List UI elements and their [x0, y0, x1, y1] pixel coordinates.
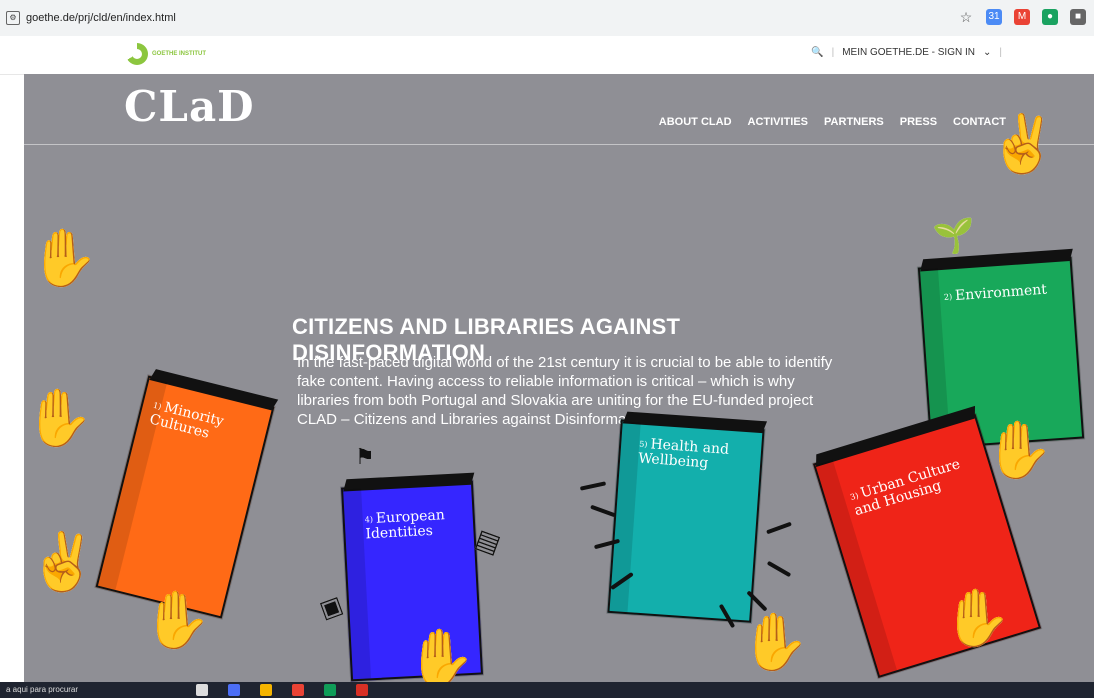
star-icon[interactable]: ☆ — [958, 9, 974, 25]
browser-extension-icons: ☆ 31 M ● ■ — [958, 9, 1086, 25]
app-icon[interactable]: ■ — [1070, 9, 1086, 25]
nav-about-clad[interactable]: ABOUT CLAD — [659, 116, 732, 128]
hero-description: In the fast-paced digital world of the 2… — [297, 354, 833, 428]
divider: | — [831, 47, 835, 58]
goethe-logo-text: GOETHE INSTITUT — [152, 51, 206, 57]
task-view-icon[interactable] — [196, 684, 208, 696]
tag-icon: ▣ — [315, 590, 347, 625]
windows-taskbar: a aqui para procurar — [0, 682, 1094, 698]
search-icon[interactable]: 🔍 — [811, 47, 823, 58]
book-minority-cultures: 1)Minority Cultures — [95, 369, 279, 619]
spark-ray — [766, 521, 792, 535]
hand-left-bottom-icon: ✌ — [28, 530, 98, 593]
goethe-logo[interactable]: GOETHE INSTITUT — [126, 43, 206, 65]
book-title: Health and Wellbeing — [637, 436, 730, 472]
spark-ray — [590, 504, 616, 518]
hand-bottom-center-icon: ✋ — [406, 626, 476, 683]
browser-toolbar: ⚙ goethe.de/prj/cld/en/index.html ☆ 31 M… — [0, 0, 1094, 37]
book-number: 4) — [364, 514, 374, 525]
book-number: 2) — [943, 292, 953, 302]
clad-logo[interactable]: CLaD — [124, 82, 255, 131]
outlook-icon[interactable] — [324, 684, 336, 696]
book-label: 1)Minority Cultures — [148, 398, 268, 455]
teams-icon[interactable] — [228, 684, 240, 696]
hero-section: CLaD ABOUT CLAD ACTIVITIES PARTNERS PRES… — [24, 74, 1094, 682]
hand-bottom-right-icon: ✋ — [740, 610, 810, 673]
taskbar-search[interactable]: a aqui para procurar — [6, 685, 78, 694]
book-health-wellbeing: 5) Health and Wellbeing — [607, 411, 768, 623]
book-label: 4) European Identities — [364, 507, 473, 543]
site-info-icon[interactable]: ⚙ — [6, 11, 20, 25]
book-label: 3)Urban Culture and Housing — [848, 449, 993, 519]
account-link[interactable]: MEIN GOETHE.DE - SIGN IN — [842, 47, 975, 58]
hand-right-middle-icon: ✋ — [984, 418, 1054, 481]
main-nav: ABOUT CLAD ACTIVITIES PARTNERS PRESS CON… — [659, 116, 1006, 128]
hand-bottom-left-icon: ✋ — [142, 588, 212, 651]
hero-nav-row: CLaD ABOUT CLAD ACTIVITIES PARTNERS PRES… — [24, 74, 1094, 145]
nav-activities[interactable]: ACTIVITIES — [748, 116, 809, 128]
plant-icon: 🌱 — [932, 217, 975, 255]
hand-right-bottom-icon: ✋ — [942, 586, 1012, 649]
book-label: 2) Environment — [943, 281, 1048, 305]
book-title: Urban Culture and Housing — [852, 456, 963, 520]
divider: | — [999, 47, 1002, 58]
url-text[interactable]: goethe.de/prj/cld/en/index.html — [26, 12, 176, 24]
nav-press[interactable]: PRESS — [900, 116, 937, 128]
nav-partners[interactable]: PARTNERS — [824, 116, 884, 128]
book-top — [343, 472, 475, 492]
hand-top-right-icon: ✌ — [988, 112, 1058, 175]
sign-icon: ▤ — [471, 522, 505, 560]
chevron-down-icon[interactable]: ⌄ — [983, 47, 991, 58]
flag-icon: ⚑ — [355, 444, 375, 469]
spark-ray — [579, 481, 607, 491]
book-title: Environment — [954, 281, 1048, 305]
book-number: 3) — [849, 491, 860, 503]
goethe-logo-icon — [126, 43, 148, 65]
folder-icon[interactable] — [260, 684, 272, 696]
book-number: 1) — [152, 400, 163, 412]
gmail-icon[interactable]: M — [1014, 9, 1030, 25]
book-title: European Identities — [365, 507, 446, 543]
calendar-icon[interactable]: 31 — [986, 9, 1002, 25]
powerpoint-icon[interactable] — [356, 684, 368, 696]
hand-left-top-icon: ✋ — [29, 226, 99, 289]
spark-ray — [766, 560, 792, 578]
book-number: 5) — [638, 439, 648, 450]
address-bar[interactable]: ⚙ goethe.de/prj/cld/en/index.html — [6, 9, 176, 27]
app-icon[interactable]: ● — [1042, 9, 1058, 25]
book-label: 5) Health and Wellbeing — [637, 436, 762, 475]
hand-left-middle-icon: ✋ — [24, 386, 94, 449]
chrome-icon[interactable] — [292, 684, 304, 696]
site-tools: 🔍 | MEIN GOETHE.DE - SIGN IN ⌄ | — [811, 47, 1002, 58]
taskbar-icons — [196, 684, 368, 696]
